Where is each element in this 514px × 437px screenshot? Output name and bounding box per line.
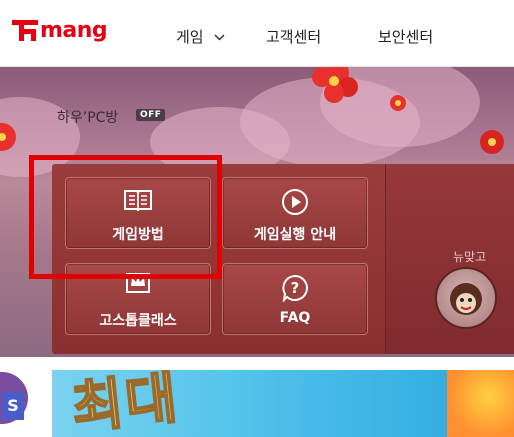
run-guide-label: 게임실행 안내 bbox=[253, 227, 337, 243]
top-header: mang 게임 고객센터 보안센터 bbox=[0, 0, 514, 67]
promo-decoration bbox=[447, 370, 514, 437]
chevron-down-icon bbox=[214, 27, 225, 45]
highlight-box bbox=[29, 155, 222, 279]
nav-security[interactable]: 보안센터 bbox=[378, 26, 433, 47]
svg-text:?: ? bbox=[291, 279, 300, 297]
flower-icon bbox=[390, 95, 406, 111]
flower-icon bbox=[480, 130, 504, 154]
flower-icon bbox=[312, 67, 358, 103]
nav-support[interactable]: 고객센터 bbox=[266, 26, 321, 47]
monkey-character-icon bbox=[450, 283, 482, 315]
side-badge[interactable]: S bbox=[0, 372, 28, 424]
faq-button[interactable]: ? FAQ bbox=[222, 263, 368, 335]
run-guide-button[interactable]: 게임실행 안내 bbox=[222, 177, 368, 249]
pc-room-label: 하우’PC방 bbox=[57, 110, 119, 126]
hero-banner: 하우’PC방 OFF 게임방법 게임실행 안내 고스톱클래스 ? FAQ 뉴맞고 bbox=[0, 67, 514, 357]
help-icon: ? bbox=[223, 274, 367, 302]
go-stop-class-label: 고스톱클래스 bbox=[99, 313, 177, 329]
nav-game[interactable]: 게임 bbox=[176, 26, 225, 47]
play-icon bbox=[223, 188, 367, 216]
new-matgo-label: 뉴맞고 bbox=[453, 250, 487, 264]
pc-status-badge: OFF bbox=[136, 109, 166, 121]
pmang-logo[interactable]: mang bbox=[12, 18, 108, 43]
promo-banner[interactable]: 최대 bbox=[52, 370, 514, 437]
flower-icon bbox=[0, 123, 16, 151]
side-badge-text: S bbox=[2, 392, 24, 420]
character-avatar[interactable] bbox=[435, 267, 497, 329]
faq-label: FAQ bbox=[279, 310, 311, 326]
nav-game-label: 게임 bbox=[176, 28, 204, 46]
promo-text: 최대 bbox=[68, 370, 183, 437]
logo-text: mang bbox=[40, 18, 108, 43]
pmang-logo-mark bbox=[12, 20, 38, 41]
